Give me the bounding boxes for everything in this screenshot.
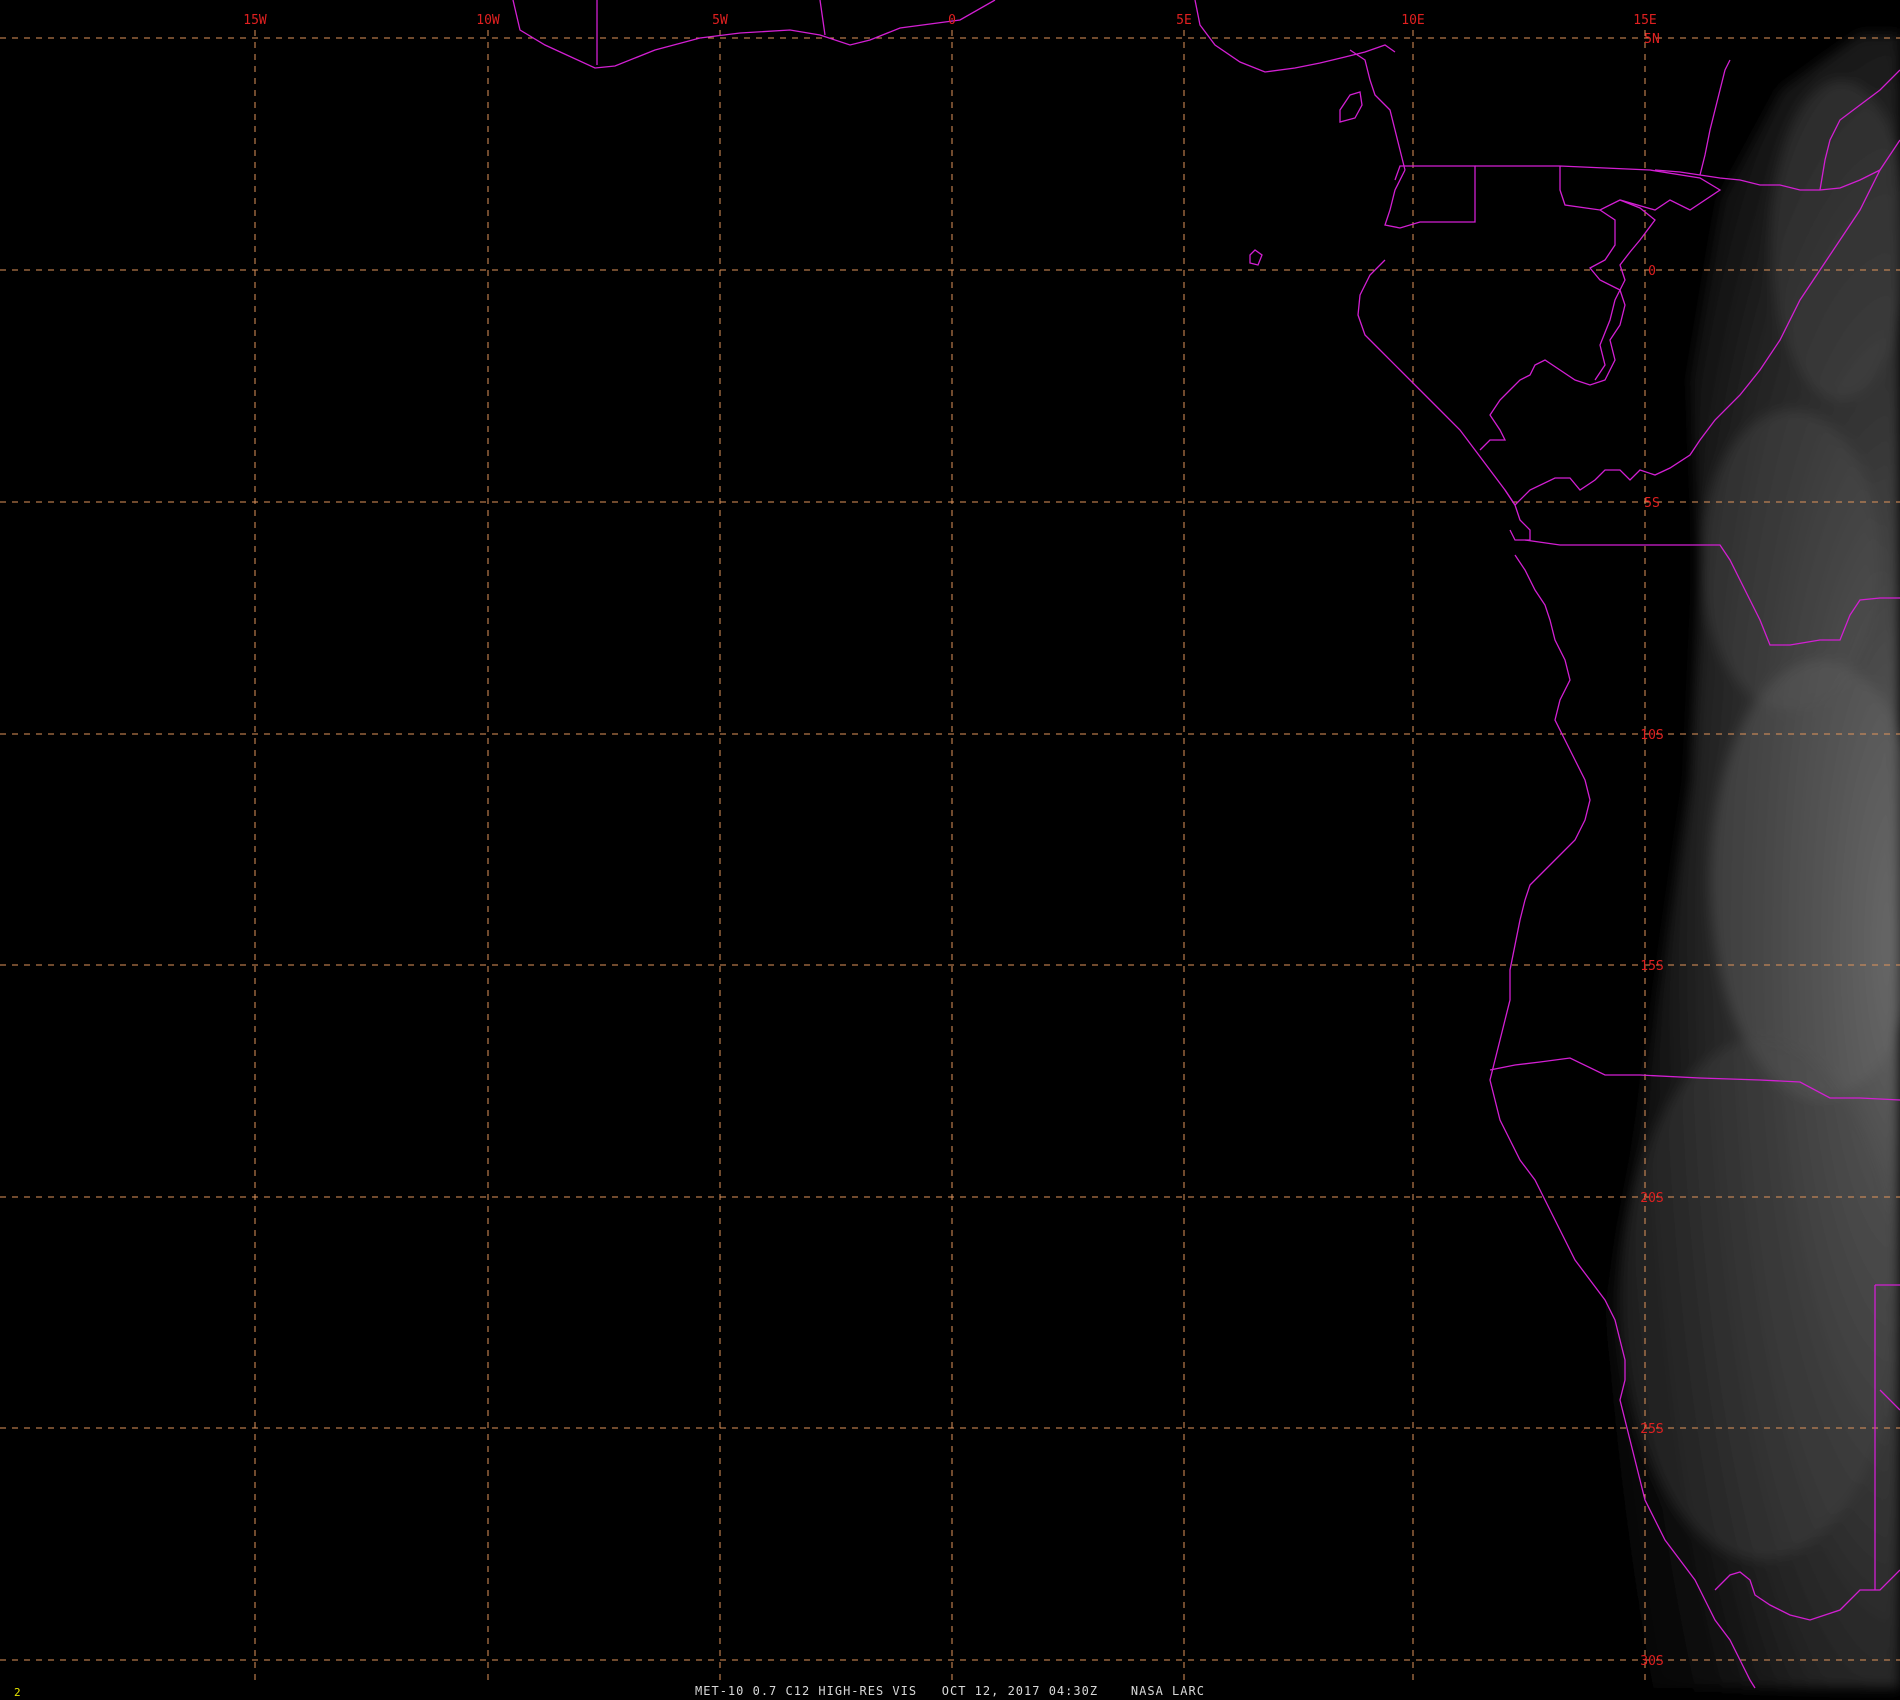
latitude-label: 0 — [1648, 264, 1656, 279]
longitude-label: 15E — [1633, 13, 1656, 28]
longitude-label: 10W — [476, 13, 500, 28]
satellite-map: 15W 10W 5W 0 5E 10E 15E 5N 0 5S 10S 15S 20S 25S 30S — [0, 0, 1900, 1700]
longitude-label: 5E — [1176, 13, 1192, 28]
longitude-label: 0 — [948, 13, 956, 28]
longitude-label: 15W — [243, 13, 267, 28]
latitude-label: 20S — [1640, 1191, 1663, 1206]
latitude-label: 30S — [1640, 1654, 1663, 1669]
image-caption: MET-10 0.7 C12 HIGH-RES VIS OCT 12, 2017… — [695, 1684, 1205, 1698]
latitude-label: 5S — [1644, 496, 1660, 511]
longitude-label: 5W — [712, 13, 728, 28]
longitude-label: 10E — [1401, 13, 1424, 28]
latitude-label: 5N — [1644, 32, 1660, 47]
latitude-label: 25S — [1640, 1422, 1663, 1437]
latitude-label: 15S — [1640, 959, 1663, 974]
latitude-label: 10S — [1640, 728, 1663, 743]
